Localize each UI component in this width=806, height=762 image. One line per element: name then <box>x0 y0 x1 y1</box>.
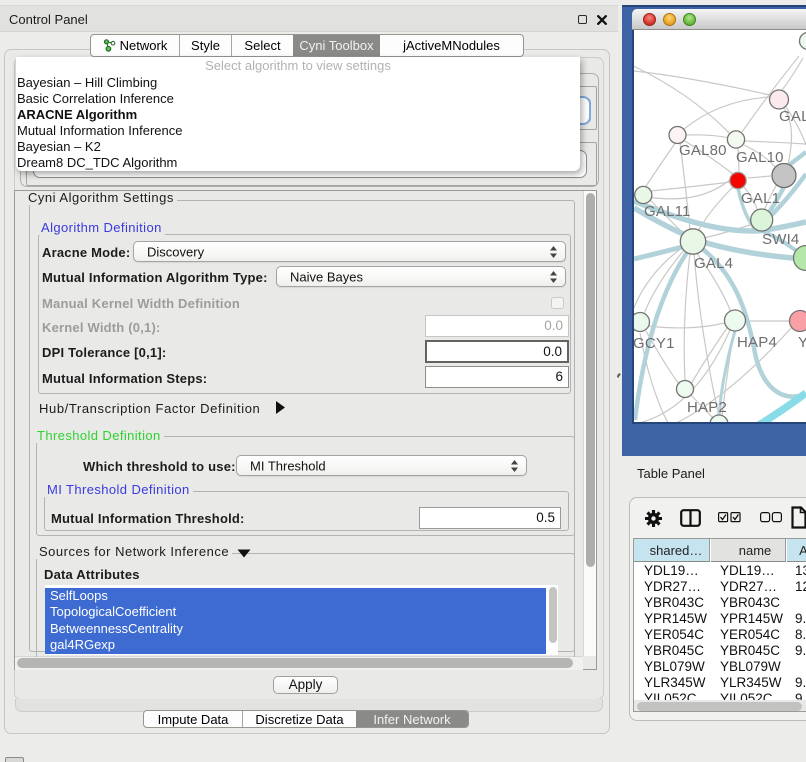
svg-text:GAL4: GAL4 <box>694 255 733 272</box>
svg-text:GCY1: GCY1 <box>634 335 675 352</box>
svg-text:HAP2: HAP2 <box>687 399 727 416</box>
svg-text:GAL1: GAL1 <box>741 190 780 207</box>
svg-text:GAL80: GAL80 <box>679 142 727 159</box>
svg-text:GAL11: GAL11 <box>644 203 691 220</box>
svg-text:SWI4: SWI4 <box>762 231 799 248</box>
svg-text:YM: YM <box>798 334 806 351</box>
svg-text:GAL7: GAL7 <box>779 108 806 125</box>
svg-text:GAL10: GAL10 <box>736 149 784 166</box>
svg-text:HAP4: HAP4 <box>737 334 777 351</box>
